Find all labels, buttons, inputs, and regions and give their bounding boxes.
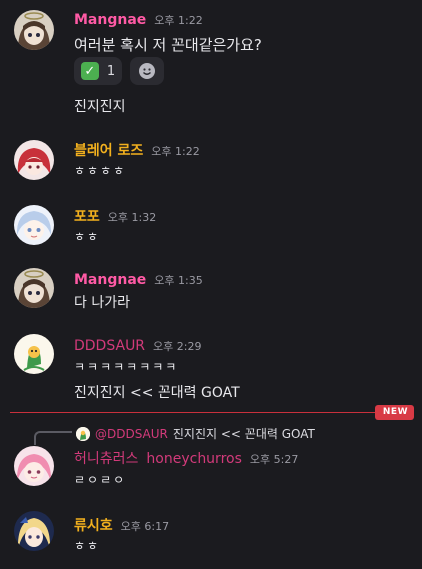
smiley-icon bbox=[139, 63, 155, 79]
author-name[interactable]: 허니츄러스 bbox=[74, 448, 138, 468]
author-username[interactable]: honeychurros bbox=[146, 451, 241, 467]
message-text: 여러분 혹시 저 꼰대같은가요? bbox=[74, 36, 262, 54]
new-badge: NEW bbox=[374, 405, 414, 420]
author-name[interactable]: 류시호 bbox=[74, 515, 113, 535]
message-text: ㅋㅋㅋㅋㅋㅋㅋㅋ bbox=[74, 360, 179, 374]
avatar-dddsaur[interactable] bbox=[14, 334, 54, 374]
timestamp: 오후 5:27 bbox=[249, 453, 299, 466]
author-name[interactable]: Mangnae bbox=[74, 12, 146, 28]
timestamp: 오후 2:29 bbox=[153, 340, 202, 353]
reaction-count: 1 bbox=[106, 63, 116, 79]
message-text: 다 나가라 bbox=[74, 295, 130, 311]
author-name[interactable]: 포포 bbox=[74, 206, 100, 226]
reply-reference[interactable]: @DDDSAUR 진지진지 << 꼰대력 GOAT bbox=[76, 425, 315, 442]
timestamp: 오후 1:35 bbox=[154, 274, 203, 287]
avatar-honeychurros[interactable] bbox=[14, 446, 54, 486]
reply-mention[interactable]: @DDDSAUR bbox=[95, 427, 168, 441]
avatar-blair-rose[interactable] bbox=[14, 140, 54, 180]
add-reaction-button[interactable] bbox=[130, 57, 164, 85]
checkmark-emoji-icon: ✓ bbox=[80, 62, 99, 80]
reaction-checkmark[interactable]: ✓ 1 bbox=[74, 57, 122, 85]
reply-avatar bbox=[76, 426, 90, 441]
reply-connector bbox=[34, 431, 72, 445]
reply-snippet: 진지진지 << 꼰대력 GOAT bbox=[172, 427, 315, 441]
message-text: ㅎㅎ bbox=[74, 230, 101, 244]
timestamp: 오후 1:32 bbox=[107, 211, 157, 224]
avatar-mangnae[interactable] bbox=[14, 268, 54, 308]
author-name[interactable]: Mangnae bbox=[74, 272, 146, 288]
avatar-popo[interactable] bbox=[14, 205, 54, 245]
message-text: 진지진지 bbox=[74, 99, 126, 115]
message-text: ㅎㅎㅎㅎ bbox=[74, 164, 127, 178]
timestamp: 오후 6:17 bbox=[120, 520, 170, 533]
message-text: ㄹㅇㄹㅇ bbox=[74, 473, 127, 487]
avatar-ryusiho[interactable] bbox=[14, 511, 54, 551]
timestamp: 오후 1:22 bbox=[154, 14, 203, 27]
message-text: 진지진지 << 꼰대력 GOAT bbox=[74, 385, 240, 401]
author-name[interactable]: DDDSAUR bbox=[74, 338, 145, 354]
message-text: ㅎㅎ bbox=[74, 539, 101, 553]
avatar-mangnae[interactable] bbox=[14, 10, 54, 50]
new-messages-divider bbox=[10, 412, 396, 413]
timestamp: 오후 1:22 bbox=[151, 145, 200, 158]
author-name[interactable]: 블레어 로즈 bbox=[74, 140, 143, 160]
